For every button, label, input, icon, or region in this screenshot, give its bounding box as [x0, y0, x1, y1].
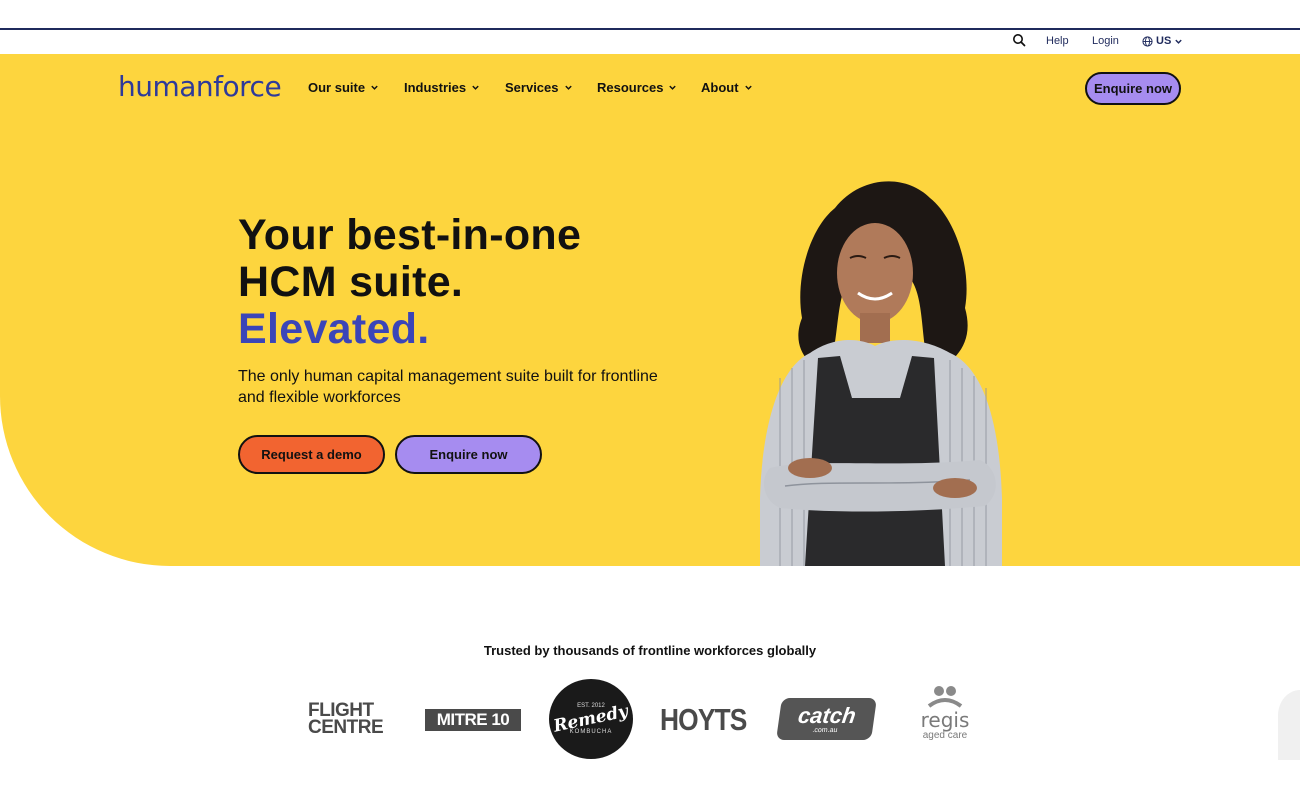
nav-item-our-suite[interactable]: Our suite	[308, 80, 379, 95]
catch-sub: .com.au	[812, 726, 838, 734]
nav-item-industries[interactable]: Industries	[404, 80, 480, 95]
regis-people-icon	[927, 686, 963, 708]
hero-background	[0, 54, 1300, 566]
hoyts-logo: HOYTS	[660, 702, 760, 738]
flight-centre-line-2: CENTRE	[308, 717, 384, 738]
login-link[interactable]: Login	[1092, 35, 1119, 47]
hero-person-image	[760, 181, 1002, 566]
regis-text: regis	[920, 708, 970, 732]
search-icon[interactable]	[1012, 33, 1026, 47]
globe-icon	[1142, 35, 1153, 47]
region-selector[interactable]: US	[1142, 35, 1183, 47]
mitre-10-text: MITRE 10	[436, 710, 510, 729]
humanforce-logo[interactable]: humanforce	[118, 70, 282, 103]
region-label: US	[1156, 35, 1172, 47]
chevron-down-icon	[472, 85, 479, 90]
headline-line-2: HCM suite.	[238, 258, 464, 306]
nav-item-label: Resources	[597, 80, 664, 95]
hero-subline: The only human capital management suite …	[238, 368, 658, 406]
catch-text: catch	[796, 702, 858, 728]
chevron-down-icon	[1175, 39, 1182, 44]
catch-logo: catch .com.au	[776, 698, 877, 740]
chevron-down-icon	[371, 85, 378, 90]
client-logo-strip: FLIGHT CENTRE MITRE 10 EST. 2012 Remedy …	[0, 676, 1300, 766]
regis-logo: regis aged care	[916, 684, 974, 762]
hero-enquire-button[interactable]: Enquire now	[395, 435, 542, 474]
nav-item-services[interactable]: Services	[505, 80, 573, 95]
nav-item-label: Industries	[404, 80, 467, 95]
utility-bar: Help Login US	[0, 30, 1300, 54]
request-demo-button[interactable]: Request a demo	[238, 435, 385, 474]
nav-item-resources[interactable]: Resources	[597, 80, 677, 95]
nav-item-label: Our suite	[308, 80, 366, 95]
mitre-10-logo: MITRE 10	[425, 709, 521, 731]
nav-item-label: Services	[505, 80, 559, 95]
nav-item-label: About	[701, 80, 739, 95]
flight-centre-logo: FLIGHT CENTRE	[308, 701, 404, 738]
regis-sub: aged care	[922, 730, 968, 741]
chevron-down-icon	[669, 85, 677, 90]
chevron-down-icon	[744, 85, 752, 90]
chevron-down-icon	[564, 85, 572, 90]
headline-line-1: Your best-in-one	[238, 211, 582, 259]
nav-item-about[interactable]: About	[701, 80, 753, 95]
hero-headline: Your best-in-one HCM suite. Elevated.	[238, 212, 581, 353]
nav-enquire-button[interactable]: Enquire now	[1085, 72, 1181, 105]
trusted-heading: Trusted by thousands of frontline workfo…	[483, 643, 817, 658]
headline-accent: Elevated.	[238, 305, 430, 353]
hoyts-text: HOYTS	[660, 702, 747, 737]
main-nav: humanforce Our suite Industries Services…	[0, 54, 1300, 122]
help-link[interactable]: Help	[1046, 35, 1069, 47]
remedy-kombucha-logo: EST. 2012 Remedy KOMBUCHA	[549, 679, 633, 759]
